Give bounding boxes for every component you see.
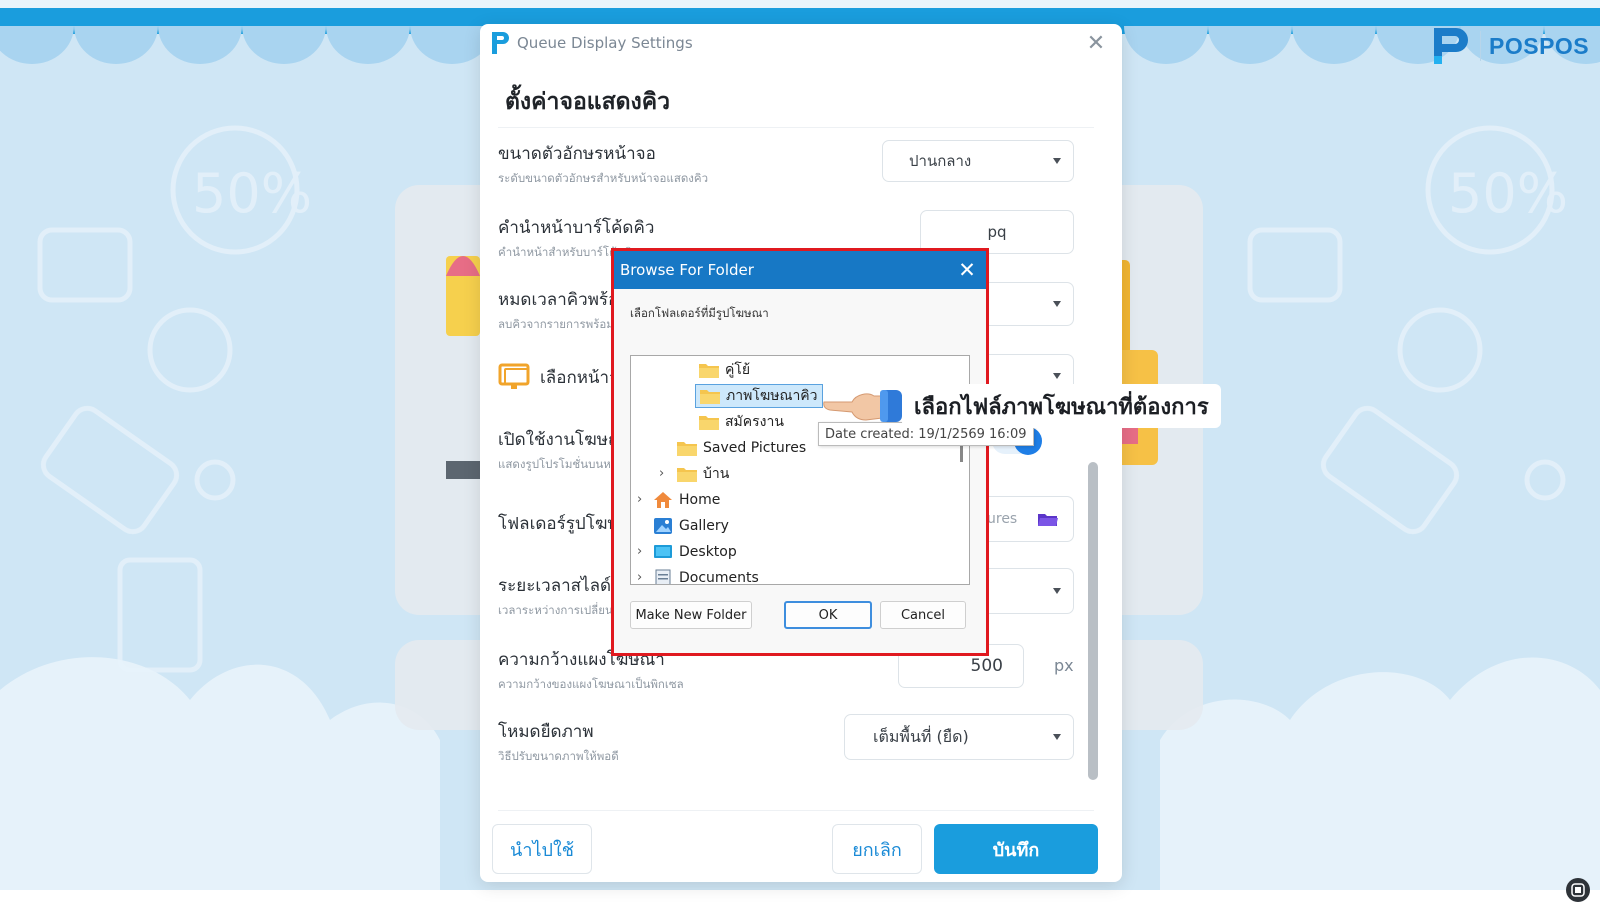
settings-heading: ตั้งค่าจอแสดงคิว	[505, 89, 671, 115]
brand-separator	[1480, 31, 1481, 61]
tree-item[interactable]: สมัครงาน	[699, 410, 784, 434]
slide-interval-select[interactable]	[980, 568, 1074, 614]
folder-icon	[699, 363, 719, 378]
tree-item-label: Desktop	[679, 544, 737, 560]
footer-divider	[498, 810, 1094, 811]
font-size-select[interactable]: ปานกลาง	[882, 140, 1074, 182]
tree-item-selected[interactable]: ภาพโฆษณาคิว	[695, 384, 823, 408]
tree-item-label: คู่โย้	[725, 362, 751, 378]
background-pencil-illustration	[446, 256, 480, 479]
gallery-icon	[654, 518, 672, 534]
folder-icon	[700, 389, 720, 404]
pospos-logo-icon	[1434, 28, 1468, 64]
tree-item[interactable]: Gallery	[653, 514, 729, 538]
tree-item[interactable]: Saved Pictures	[677, 436, 806, 460]
browse-close-icon[interactable]: ✕	[954, 257, 980, 283]
folder-icon	[699, 415, 719, 430]
settings-window-title: Queue Display Settings	[517, 34, 693, 52]
browse-instruction: เลือกโฟลเดอร์ที่มีรูปโฆษณา	[630, 306, 769, 320]
folder-open-icon[interactable]	[1037, 511, 1059, 527]
chevron-right-icon[interactable]: ›	[659, 466, 664, 481]
brand-logo: POSPOS	[1432, 24, 1594, 68]
tree-item-label: สมัครงาน	[725, 414, 784, 430]
tree-item-label: ภาพโฆษณาคิว	[726, 388, 818, 404]
documents-icon	[655, 569, 671, 584]
cancel-button[interactable]: ยกเลิก	[832, 824, 922, 874]
tree-item-label: Documents	[679, 570, 759, 585]
ad-width-unit: px	[1054, 656, 1074, 675]
chevron-down-icon	[1053, 158, 1061, 164]
tree-item-label: Gallery	[679, 518, 729, 534]
chevron-right-icon[interactable]: ›	[637, 570, 642, 584]
app-logo-icon	[492, 32, 509, 54]
browse-for-folder-dialog: Browse For Folder ✕ เลือกโฟลเดอร์ที่มีรู…	[611, 248, 989, 656]
tree-item[interactable]: คู่โย้	[699, 358, 750, 382]
ad-folder-field[interactable]: ures	[980, 496, 1074, 542]
browse-titlebar: Browse For Folder ✕	[614, 251, 986, 289]
chevron-down-icon	[1053, 588, 1061, 594]
pointing-hand-icon	[823, 390, 902, 422]
ad-folder-value: ures	[987, 511, 1018, 527]
chevron-right-icon[interactable]: ›	[637, 492, 642, 507]
stretch-mode-value: เต็มพื้นที่ (ยืด)	[873, 726, 969, 746]
chevron-down-icon	[1053, 301, 1061, 307]
bottom-strip	[0, 890, 1600, 920]
desktop-icon	[654, 545, 672, 558]
save-button[interactable]: บันทึก	[934, 824, 1098, 874]
chevron-right-icon[interactable]: ›	[637, 544, 642, 559]
font-size-value: ปานกลาง	[909, 152, 972, 170]
settings-scrollbar[interactable]	[1088, 136, 1098, 796]
timeout-select[interactable]	[980, 282, 1074, 326]
tree-item[interactable]: บ้าน	[677, 462, 729, 486]
browse-title: Browse For Folder	[620, 261, 754, 279]
tree-item-label: Home	[679, 492, 721, 508]
chevron-down-icon	[1053, 373, 1061, 379]
chevron-down-icon	[1053, 734, 1061, 740]
settings-scroll-thumb[interactable]	[1088, 462, 1098, 780]
screen-capture-icon[interactable]	[1566, 878, 1590, 902]
tree-item[interactable]: Documents	[653, 566, 759, 585]
folder-icon	[677, 467, 697, 482]
ad-width-value: 500	[970, 656, 1003, 676]
monitor-icon	[498, 363, 530, 389]
tree-item-label: บ้าน	[703, 466, 730, 482]
tree-item[interactable]: Home	[653, 488, 720, 512]
svg-text:50%: 50%	[1448, 162, 1568, 225]
ok-button[interactable]: OK	[784, 601, 872, 629]
apply-button[interactable]: นำไปใช้	[492, 824, 592, 874]
instruction-callout: เลือกไฟล์ภาพโฆษณาที่ต้องการ	[902, 384, 1221, 428]
tree-item[interactable]: Desktop	[653, 540, 737, 564]
folder-icon	[677, 441, 697, 456]
settings-close-icon[interactable]: ✕	[1082, 30, 1110, 58]
barcode-prefix-value: pq	[987, 223, 1007, 241]
settings-titlebar: Queue Display Settings ✕	[480, 24, 1122, 64]
tree-item-label: Saved Pictures	[703, 440, 807, 456]
svg-text:50%: 50%	[192, 162, 312, 225]
heading-divider	[498, 127, 1094, 128]
browse-cancel-button[interactable]: Cancel	[880, 601, 966, 629]
stretch-mode-select[interactable]: เต็มพื้นที่ (ยืด)	[844, 714, 1074, 760]
make-new-folder-button[interactable]: Make New Folder	[630, 601, 752, 629]
brand-name: POSPOS	[1489, 32, 1590, 59]
home-icon	[654, 492, 672, 508]
